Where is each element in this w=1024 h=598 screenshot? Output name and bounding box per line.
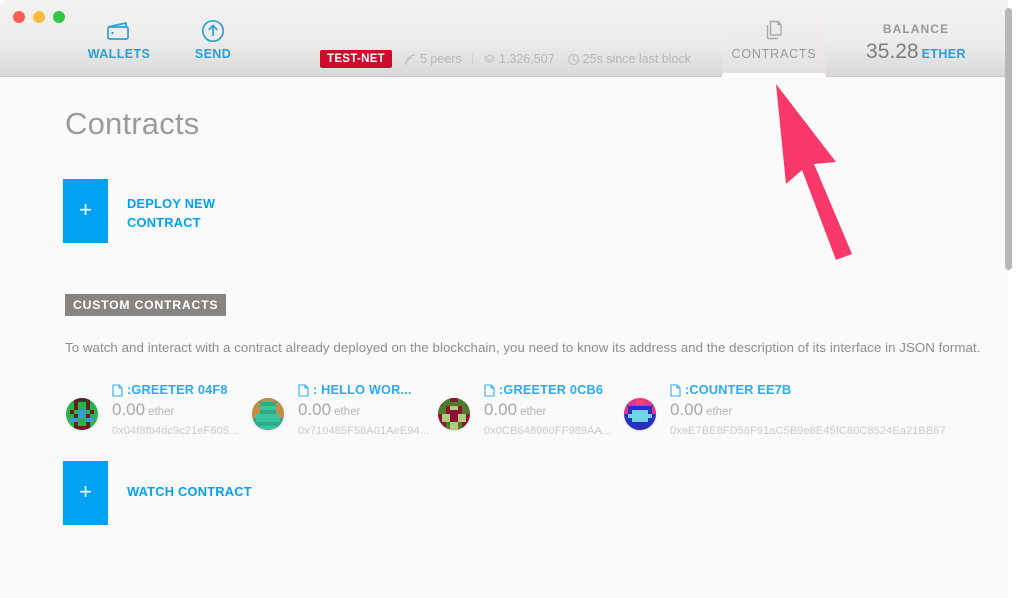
contract-balance-unit: ether <box>520 406 547 418</box>
contract-info: :GREETER 04F8 0.00 ether 0x04f8fb4dc9c21e… <box>112 383 238 437</box>
contract-address: 0x04f8fb4dc9c21eF605... <box>112 425 239 437</box>
contract-name: : HELLO WOR... <box>313 383 412 397</box>
peers-indicator: 5 peers <box>404 52 462 66</box>
peers-count: 5 peers <box>420 52 462 66</box>
custom-contracts-description: To watch and interact with a contract al… <box>65 340 981 355</box>
contract-balance: 0.00 <box>112 400 146 419</box>
contract-card[interactable]: :GREETER 0CB6 0.00 ether 0x0CB648960FF989… <box>438 383 624 437</box>
balance-amount: 35.28 <box>866 40 919 63</box>
avatar <box>252 398 284 430</box>
contract-balance: 0.00 <box>670 400 704 419</box>
contract-balance: 0.00 <box>484 400 518 419</box>
tab-contracts[interactable]: CONTRACTS <box>722 0 826 77</box>
contract-name-row: :GREETER 0CB6 <box>484 383 611 397</box>
contract-info: :COUNTER EE7B 0.00 ether 0xeE7BE8FD58F91a… <box>670 383 946 437</box>
contract-info: :GREETER 0CB6 0.00 ether 0x0CB648960FF989… <box>484 383 611 437</box>
avatar <box>438 398 470 430</box>
nav-item-send-label: SEND <box>194 47 232 61</box>
contract-balance-unit: ether <box>334 406 361 418</box>
contract-balance-row: 0.00 ether <box>298 400 429 420</box>
contract-balance-row: 0.00 ether <box>112 400 238 420</box>
last-block-indicator: 25s since last block <box>567 52 691 66</box>
contract-balance-unit: ether <box>148 406 175 418</box>
nav-item-wallets-label: WALLETS <box>87 47 151 61</box>
main-content: Contracts + DEPLOY NEW CONTRACT CUSTOM C… <box>0 78 1008 598</box>
deploy-label-line1: DEPLOY NEW <box>127 196 216 211</box>
balance-caption: BALANCE <box>882 22 950 36</box>
balance-display: BALANCE 35.28 ETHER <box>836 22 996 64</box>
balance-unit: ETHER <box>921 47 966 61</box>
page-title: Contracts <box>65 106 200 141</box>
plus-glyph: + <box>79 479 92 504</box>
window-controls <box>13 11 65 23</box>
contract-name: :GREETER 04F8 <box>127 383 228 397</box>
balance-amount-row: 35.28 ETHER <box>836 40 996 64</box>
close-window-button[interactable] <box>13 11 25 23</box>
peers-signal-icon <box>405 53 416 65</box>
maximize-window-button[interactable] <box>53 11 65 23</box>
contract-balance: 0.00 <box>298 400 332 419</box>
nav-item-wallets[interactable]: WALLETS <box>71 17 167 61</box>
vertical-scrollbar-track[interactable] <box>1005 0 1019 598</box>
clock-icon <box>567 53 579 65</box>
custom-contracts-section-header: CUSTOM CONTRACTS <box>65 294 227 316</box>
deploy-new-contract-button[interactable]: + DEPLOY NEW CONTRACT <box>63 179 215 243</box>
watch-contract-label: WATCH CONTRACT <box>127 484 252 499</box>
document-icon <box>112 383 123 397</box>
send-up-arrow-icon <box>165 17 261 45</box>
deploy-new-contract-label: DEPLOY NEW CONTRACT <box>127 195 215 232</box>
status-badge-testnet: TEST-NET <box>320 50 392 68</box>
contract-card[interactable]: : HELLO WOR... 0.00 ether 0x710485F58A01A… <box>252 383 438 437</box>
nav-item-send[interactable]: SEND <box>165 17 261 61</box>
deploy-label-line2: CONTRACT <box>127 214 201 230</box>
avatar <box>66 398 98 430</box>
wallet-icon <box>71 17 167 45</box>
document-icon <box>670 383 681 397</box>
contract-card[interactable]: :GREETER 04F8 0.00 ether 0x04f8fb4dc9c21e… <box>66 383 252 437</box>
contract-name-row: : HELLO WOR... <box>298 383 429 397</box>
document-icon <box>484 383 495 397</box>
contract-balance-row: 0.00 ether <box>670 400 946 420</box>
contract-balance-unit: ether <box>706 406 733 418</box>
contract-name: :GREETER 0CB6 <box>499 383 604 397</box>
contract-name: :COUNTER EE7B <box>685 383 792 397</box>
contract-list: :GREETER 04F8 0.00 ether 0x04f8fb4dc9c21e… <box>66 383 966 437</box>
contract-name-row: :GREETER 04F8 <box>112 383 238 397</box>
avatar <box>624 398 656 430</box>
block-number: 1,326,507 <box>498 52 555 66</box>
contract-name-row: :COUNTER EE7B <box>670 383 946 397</box>
contract-balance-row: 0.00 ether <box>484 400 611 420</box>
plus-icon: + <box>63 461 108 525</box>
last-block-time: 25s since last block <box>582 52 691 66</box>
tab-contracts-label: CONTRACTS <box>731 47 817 61</box>
watch-contract-button[interactable]: + WATCH CONTRACT <box>63 461 252 525</box>
document-icon <box>298 383 309 397</box>
blocks-stack-icon <box>483 53 496 63</box>
contract-address: 0xeE7BE8FD58F91aC5B9e8E45fC80C8524Ea21BB… <box>670 425 946 437</box>
status-separator: | <box>470 52 474 66</box>
app-root: WALLETS SEND TEST-NET 5 peers | 1,326,50… <box>0 0 1024 598</box>
contracts-documents-icon <box>722 17 826 45</box>
minimize-window-button[interactable] <box>33 11 45 23</box>
contract-card[interactable]: :COUNTER EE7B 0.00 ether 0xeE7BE8FD58F91a… <box>624 383 946 437</box>
block-number-indicator: 1,326,507 <box>483 52 555 66</box>
contract-address: 0x710485F58A01AeE94... <box>298 425 430 437</box>
contract-address: 0x0CB648960FF989AA... <box>484 425 612 437</box>
network-status-bar: TEST-NET 5 peers | 1,326,507 25s since l… <box>320 50 691 68</box>
app-window: WALLETS SEND TEST-NET 5 peers | 1,326,50… <box>0 0 1008 598</box>
vertical-scrollbar-thumb[interactable] <box>1005 8 1012 270</box>
top-toolbar: WALLETS SEND TEST-NET 5 peers | 1,326,50… <box>0 0 1008 78</box>
contract-info: : HELLO WOR... 0.00 ether 0x710485F58A01A… <box>298 383 429 437</box>
plus-glyph: + <box>79 197 92 222</box>
plus-icon: + <box>63 179 108 243</box>
